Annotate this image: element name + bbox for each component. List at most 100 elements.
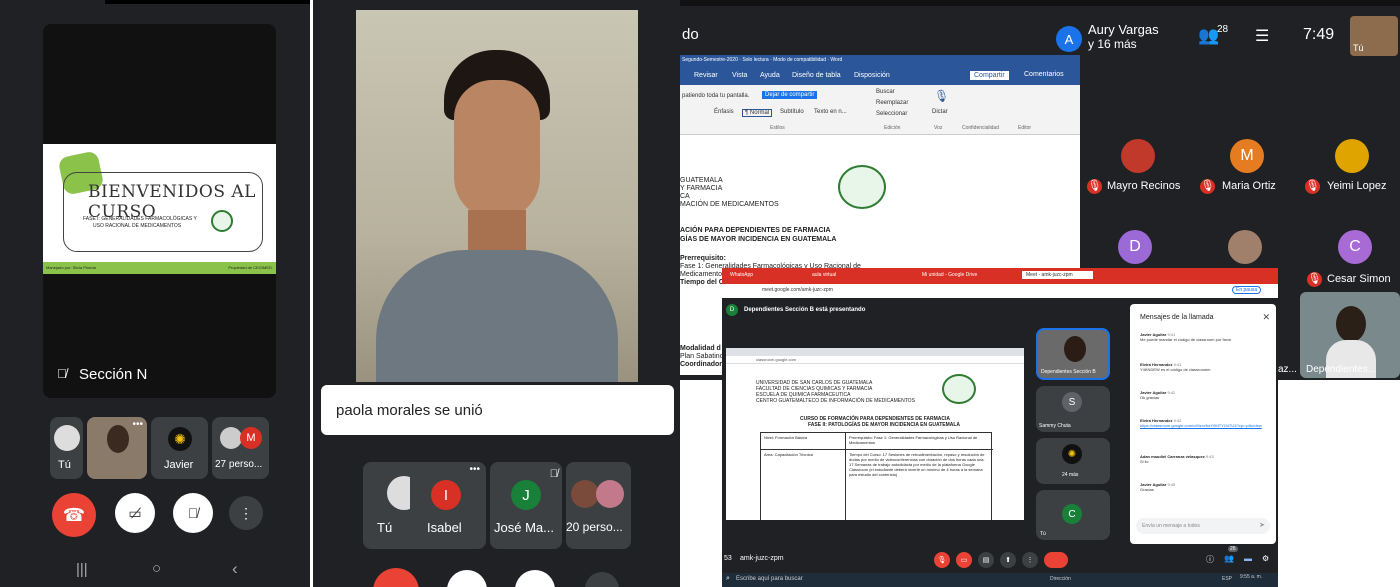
word-tab-vista[interactable]: Vista xyxy=(732,72,747,79)
camera-off-button[interactable]: ▭ xyxy=(956,552,972,568)
word-find[interactable]: Buscar xyxy=(876,89,895,95)
word-tab-diseno[interactable]: Diseño de tabla xyxy=(792,72,841,79)
word-group-editor: Editor xyxy=(1018,125,1032,131)
group-avatar-m: M xyxy=(240,427,262,449)
inner-url: classroom.google.com xyxy=(756,357,797,362)
word-tab-ayuda[interactable]: Ayuda xyxy=(760,72,780,79)
chat-input[interactable]: Envía un mensaje a todos ➤ xyxy=(1136,518,1270,534)
chat-icon[interactable]: ☰ xyxy=(1255,26,1269,46)
end-call-button[interactable] xyxy=(373,568,419,587)
word-tab-revisar[interactable]: Revisar xyxy=(694,72,718,79)
mic-off-icon: 🎙 xyxy=(1200,179,1215,194)
side-tile-more[interactable]: ✺ 24 más xyxy=(1036,438,1110,484)
presenting-avatar: D xyxy=(726,304,738,316)
slide-frame xyxy=(63,172,263,252)
close-icon[interactable]: ✕ xyxy=(1262,312,1270,323)
more-options-icon[interactable]: ••• xyxy=(132,419,143,430)
word-select[interactable]: Seleccionar xyxy=(876,111,907,117)
end-call-button[interactable]: ☎ xyxy=(52,493,96,537)
paused-badge[interactable]: En pausa xyxy=(1232,286,1262,294)
grid-tile-maria[interactable]: M 🎙 Maria Ortiz xyxy=(1200,135,1295,195)
present-button[interactable]: ⬆ xyxy=(1000,552,1016,568)
word-comments-button[interactable]: Comentarios xyxy=(1024,71,1064,78)
participant-tile-javier[interactable]: ✺ Javier xyxy=(151,417,208,479)
word-group-voz: Voz xyxy=(934,125,943,131)
grid-avatar-photo[interactable] xyxy=(1228,230,1262,264)
more-options-button[interactable]: ⋮ xyxy=(229,496,263,530)
mic-off-button[interactable]: 🎙̸ xyxy=(173,493,213,533)
tab-whatsapp[interactable]: WhatsApp xyxy=(730,272,753,278)
mic-icon[interactable]: 🎙 xyxy=(934,89,949,103)
grid-avatar-d[interactable]: D xyxy=(1118,230,1152,264)
info-icon[interactable]: ⓘ xyxy=(1206,554,1214,565)
participant-tile-jose[interactable]: J 🎙̸ José Ma... xyxy=(490,462,562,549)
chat-link-4[interactable]: https://classroom.google.com/c/MzcxNzY0M… xyxy=(1140,423,1272,428)
mic-off-icon: 🎙 xyxy=(1305,179,1320,194)
presentation-tile[interactable]: Bienvenidos al curso FASE I: GENERALIDAD… xyxy=(43,24,276,398)
side-tile-dependientes[interactable]: Dependientes Sección B xyxy=(1036,328,1110,380)
word-stop-share-button[interactable]: Dejar de compartir xyxy=(762,91,818,99)
person-face xyxy=(454,80,540,220)
chat-icon[interactable]: ▬ xyxy=(1244,554,1252,563)
word-style-subtitulo[interactable]: Subtítulo xyxy=(780,109,804,115)
word-style-texto[interactable]: Texto en n... xyxy=(814,109,847,115)
chat-text-5: Si lic xyxy=(1140,459,1149,464)
mic-button[interactable] xyxy=(515,570,555,587)
grid-tile-mayro[interactable]: 🎙 Mayro Recinos xyxy=(1085,135,1190,195)
word-style-enfasis[interactable]: Énfasis xyxy=(714,109,734,115)
more-options-button[interactable] xyxy=(585,572,619,587)
activities-icon[interactable]: ⚙ xyxy=(1262,554,1269,563)
side-tile-sammy[interactable]: S Sammy Chuta xyxy=(1036,386,1110,432)
chat-time-5: 9:43 xyxy=(1205,454,1214,459)
mic-off-button[interactable]: 🎙 xyxy=(934,552,950,568)
chat-placeholder: Envía un mensaje a todos xyxy=(1142,523,1200,529)
jose-name: José Ma... xyxy=(494,520,554,535)
participant-tile-more-2[interactable]: 20 perso... xyxy=(566,462,631,549)
recent-apps-icon[interactable]: ||| xyxy=(76,561,88,578)
doc-coord: Coordinador xyxy=(680,361,722,368)
tab-drive[interactable]: Mi unidad - Google Drive xyxy=(922,272,977,278)
tab-meet[interactable]: Meet - amk-juzc-zpm xyxy=(1022,271,1093,279)
word-titlebar: Segundo-Semestre-2020 · Solo lectura · M… xyxy=(680,55,1080,67)
participant-tile-self[interactable]: Tú xyxy=(50,417,83,479)
captions-button[interactable]: ▤ xyxy=(978,552,994,568)
end-call-button[interactable] xyxy=(1044,552,1068,568)
word-tab-disposicion[interactable]: Disposición xyxy=(854,72,890,79)
phone-panel-1: Bienvenidos al curso FASE I: GENERALIDAD… xyxy=(0,0,310,587)
home-icon[interactable]: ○ xyxy=(152,560,161,577)
mayro-name: Mayro Recinos xyxy=(1107,180,1181,192)
slide-footer-right: Propiedad de CEGIMED. xyxy=(228,265,273,270)
people-icon[interactable]: 👥 xyxy=(1198,26,1219,46)
participant-tile-video[interactable]: ••• xyxy=(87,417,147,479)
url-text[interactable]: meet.google.com/amk-juzc-zpm xyxy=(762,287,833,293)
chat-msg-6: Javier Aguilar 9:45 Gracias xyxy=(1140,482,1272,492)
more-avatar: ✺ xyxy=(1062,444,1082,464)
word-replace[interactable]: Reemplazar xyxy=(876,100,908,106)
send-icon[interactable]: ➤ xyxy=(1259,521,1265,529)
taskbar-search[interactable]: Escribe aquí para buscar xyxy=(736,576,803,582)
search-icon[interactable]: ⌕ xyxy=(726,575,730,583)
doc-line-1: GUATEMALA xyxy=(680,177,723,184)
camera-button[interactable] xyxy=(447,570,487,587)
more-options-button[interactable]: ⋮ xyxy=(1022,552,1038,568)
grid-avatar-c[interactable]: C xyxy=(1338,230,1372,264)
meet-bottom-bar: 53 amk-juzc-zpm 🎙 ▭ ▤ ⬆ ⋮ ⓘ 👥 26 ▬ ⚙ xyxy=(722,546,1278,572)
meeting-code: amk-juzc-zpm xyxy=(740,555,784,562)
side-tile-self[interactable]: C Tú xyxy=(1036,490,1110,540)
participant-tile-isabel[interactable]: I ••• Isabel xyxy=(410,462,486,549)
grid-tile-yeimi[interactable]: 🎙 Yeimi Lopez xyxy=(1305,135,1400,195)
tab-aula[interactable]: aula virtual xyxy=(812,272,836,278)
word-share-button[interactable]: Compartir xyxy=(970,71,1009,80)
people-icon[interactable]: 👥 xyxy=(1224,554,1234,563)
doc-heading-1: ACIÓN PARA DEPENDIENTES DE FARMACIA xyxy=(680,227,831,234)
more-options-icon[interactable]: ••• xyxy=(469,464,480,475)
back-icon[interactable]: ‹ xyxy=(232,559,238,579)
participant-tile-more[interactable]: M 27 perso... xyxy=(212,417,269,479)
more-participants-count-2: 20 perso... xyxy=(566,520,623,534)
word-style-normal[interactable]: ¶ Normal xyxy=(742,109,773,117)
self-preview[interactable]: Tú xyxy=(1350,16,1398,56)
word-dictate[interactable]: Dictar xyxy=(932,109,948,115)
camera-off-button[interactable]: ▭̸ xyxy=(115,493,155,533)
inner-table: Nivel: Formación Básica Prerrequisito: F… xyxy=(760,432,993,520)
dependientes-video-tile[interactable]: Dependientes... xyxy=(1300,292,1400,378)
